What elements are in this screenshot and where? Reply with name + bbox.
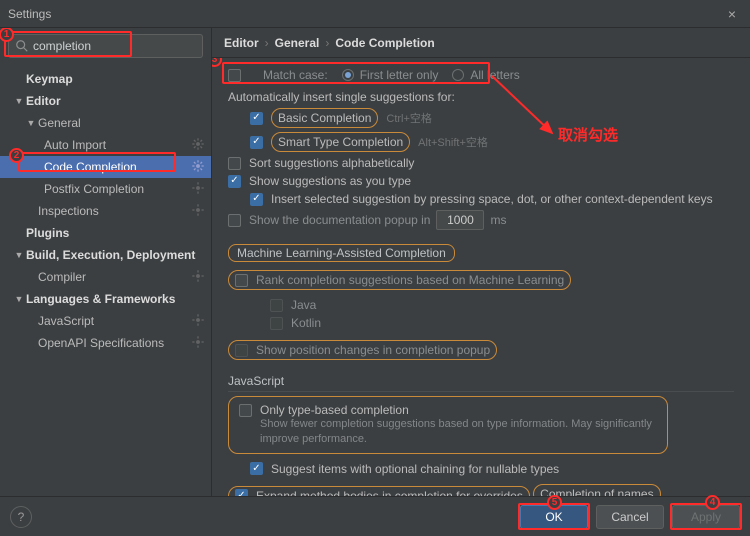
search-input[interactable] (33, 39, 196, 53)
settings-tree[interactable]: Keymap ▼Editor ▼General Auto Import Code… (0, 64, 211, 496)
ml-kotlin-checkbox[interactable] (270, 317, 283, 330)
first-letter-radio[interactable] (342, 69, 354, 81)
tree-lang[interactable]: ▼Languages & Frameworks (0, 288, 211, 310)
tree-plugins[interactable]: Plugins (0, 222, 211, 244)
breadcrumb: Editor › General › Code Completion (212, 28, 750, 58)
show-as-type-label: Show suggestions as you type (249, 174, 411, 188)
tree-bed[interactable]: ▼Build, Execution, Deployment (0, 244, 211, 266)
tree-code-completion[interactable]: Code Completion (0, 156, 211, 178)
annotation-badge-3: 3 (212, 58, 222, 67)
show-doc-checkbox[interactable] (228, 214, 241, 227)
breadcrumb-code-completion: Code Completion (335, 36, 434, 50)
ml-show-checkbox[interactable] (235, 344, 248, 357)
show-doc-label: Show the documentation popup in (249, 213, 430, 227)
breadcrumb-general[interactable]: General (275, 36, 320, 50)
ml-java-checkbox[interactable] (270, 299, 283, 312)
tree-inspections[interactable]: Inspections (0, 200, 211, 222)
apply-button[interactable]: Apply (672, 505, 740, 529)
insert-selected-checkbox[interactable] (250, 193, 263, 206)
cancel-button[interactable]: Cancel (596, 505, 664, 529)
close-icon[interactable]: × (722, 4, 742, 24)
ml-kotlin-label: Kotlin (291, 316, 321, 330)
match-case-checkbox[interactable] (228, 69, 241, 82)
insert-selected-label: Insert selected suggestion by pressing s… (271, 192, 713, 206)
basic-completion-label: Basic Completion (278, 111, 371, 125)
expand-method-label: Expand method bodies in completion for o… (256, 489, 523, 496)
ok-button[interactable]: OK (520, 505, 588, 529)
gear-icon (191, 335, 205, 352)
chevron-right-icon: › (325, 36, 329, 50)
chevron-right-icon: › (265, 36, 269, 50)
only-type-desc: Show fewer completion suggestions based … (239, 417, 657, 447)
ml-java-label: Java (291, 298, 316, 312)
gear-icon (191, 137, 205, 154)
all-letters-label: All letters (470, 68, 519, 82)
only-type-label: Only type-based completion (260, 403, 409, 417)
match-case-row: Match case: First letter only All letter… (228, 68, 734, 82)
only-type-checkbox[interactable] (239, 404, 252, 417)
basic-completion-checkbox[interactable] (250, 112, 263, 125)
match-case-label: Match case: (263, 68, 328, 82)
completion-names-label: Completion of names (540, 487, 653, 496)
tree-postfix[interactable]: Postfix Completion (0, 178, 211, 200)
tree-keymap[interactable]: Keymap (0, 68, 211, 90)
all-letters-radio[interactable] (452, 69, 464, 81)
tree-compiler[interactable]: Compiler (0, 266, 211, 288)
suggest-optional-checkbox[interactable] (250, 462, 263, 475)
gear-icon (191, 203, 205, 220)
ml-header: Machine Learning-Assisted Completion (228, 244, 455, 262)
suggest-optional-label: Suggest items with optional chaining for… (271, 462, 559, 476)
first-letter-label: First letter only (360, 68, 439, 82)
tree-editor[interactable]: ▼Editor (0, 90, 211, 112)
tree-js[interactable]: JavaScript (0, 310, 211, 332)
breadcrumb-editor[interactable]: Editor (224, 36, 259, 50)
sort-alpha-label: Sort suggestions alphabetically (249, 156, 414, 170)
ml-show-label: Show position changes in completion popu… (256, 343, 490, 357)
doc-delay-input[interactable] (436, 210, 484, 230)
gear-icon (191, 269, 205, 286)
smart-completion-label: Smart Type Completion (278, 135, 403, 149)
tree-auto-import[interactable]: Auto Import (0, 134, 211, 156)
sort-alpha-checkbox[interactable] (228, 157, 241, 170)
search-field[interactable] (8, 34, 203, 58)
smart-completion-checkbox[interactable] (250, 136, 263, 149)
gear-icon (191, 181, 205, 198)
ms-label: ms (490, 213, 506, 227)
search-icon (15, 39, 29, 53)
ml-rank-checkbox[interactable] (235, 274, 248, 287)
tree-openapi[interactable]: OpenAPI Specifications (0, 332, 211, 354)
basic-shortcut: Ctrl+空格 (386, 110, 432, 126)
gear-icon (191, 159, 205, 176)
auto-insert-label: Automatically insert single suggestions … (228, 90, 734, 104)
gear-icon (191, 313, 205, 330)
ml-rank-label: Rank completion suggestions based on Mac… (256, 273, 564, 287)
smart-shortcut: Alt+Shift+空格 (418, 134, 488, 150)
expand-method-checkbox[interactable] (235, 489, 248, 496)
js-header: JavaScript (228, 374, 734, 392)
window-title: Settings (8, 7, 51, 21)
tree-general[interactable]: ▼General (0, 112, 211, 134)
help-button[interactable]: ? (10, 506, 32, 528)
show-as-type-checkbox[interactable] (228, 175, 241, 188)
